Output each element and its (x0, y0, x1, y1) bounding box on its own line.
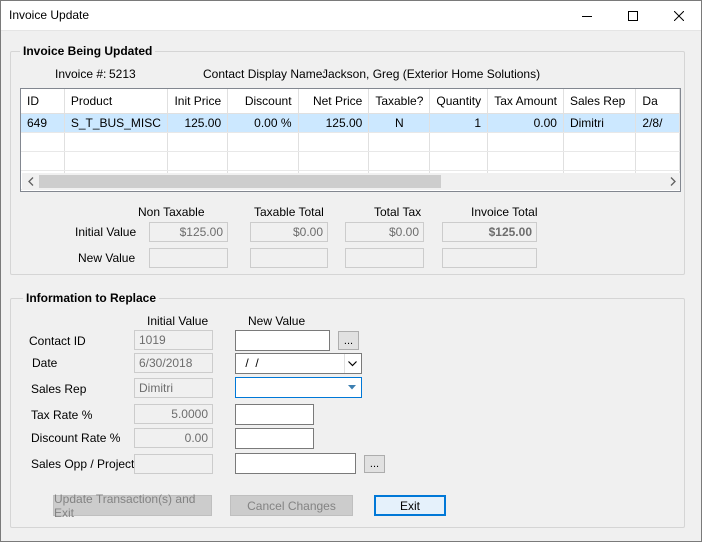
tax-rate-new-input[interactable] (235, 404, 314, 425)
sales-opp-initial-field (134, 454, 213, 474)
column-header-net-price[interactable]: Net Price (298, 89, 370, 114)
contact-display-name-value: Jackson, Greg (Exterior Home Solutions) (322, 67, 541, 81)
tax-rate-label: Tax Rate % (31, 408, 93, 422)
column-header-discount[interactable]: Discount (227, 89, 299, 114)
date-label: Date (32, 356, 58, 370)
initial-invoice-total-field: $125.00 (442, 222, 537, 242)
column-header-id[interactable]: ID (21, 89, 65, 114)
discount-rate-initial-field: 0.00 (134, 428, 213, 448)
minimize-icon (582, 15, 592, 17)
cell-id[interactable]: 649 (21, 113, 65, 133)
cell-date[interactable]: 2/8/ (635, 113, 680, 133)
column-header-init-price[interactable]: Init Price (167, 89, 229, 114)
total-tax-header: Total Tax (374, 205, 422, 219)
table-row-empty (21, 132, 680, 152)
dropdown-arrow-icon[interactable] (344, 378, 360, 397)
invoice-number-value: 5213 (109, 67, 136, 81)
non-taxable-header: Non Taxable (138, 205, 205, 219)
cell-tax-amount[interactable]: 0.00 (487, 113, 564, 133)
column-header-product[interactable]: Product (64, 89, 169, 114)
column-header-date[interactable]: Da (635, 89, 680, 114)
update-and-exit-button[interactable]: Update Transaction(s) and Exit (53, 492, 212, 520)
new-non-taxable-field (149, 248, 228, 268)
initial-total-tax-field: $0.00 (345, 222, 424, 242)
discount-rate-new-input[interactable] (235, 428, 314, 449)
cell-init-price[interactable]: 125.00 (167, 113, 229, 133)
cell-product[interactable]: S_T_BUS_MISC (64, 113, 169, 133)
column-header-quantity[interactable]: Quantity (429, 89, 489, 114)
sales-rep-new-dropdown[interactable] (235, 377, 362, 398)
scrollbar-thumb[interactable] (39, 175, 441, 188)
sales-rep-initial-field: Dimitri (134, 378, 213, 398)
maximize-icon (628, 10, 638, 21)
contact-display-name-label: Contact Display Name: (203, 67, 326, 81)
minimize-button[interactable] (564, 0, 610, 31)
contact-id-label: Contact ID (29, 334, 86, 348)
scroll-right-icon[interactable] (664, 173, 680, 190)
close-icon (674, 10, 684, 21)
contact-id-browse-button[interactable]: ... (338, 331, 359, 350)
new-value-label: New Value (78, 251, 136, 265)
initial-taxable-total-field: $0.00 (250, 222, 328, 242)
sales-opp-browse-button[interactable]: ... (364, 455, 385, 473)
discount-rate-label: Discount Rate % (31, 431, 121, 445)
contact-id-initial-field: 1019 (134, 330, 213, 350)
contact-id-new-input[interactable] (235, 330, 330, 351)
sales-opp-new-input[interactable] (235, 453, 356, 474)
invoice-group-title: Invoice Being Updated (20, 44, 156, 58)
column-header-sales-rep[interactable]: Sales Rep (563, 89, 637, 114)
invoice-lines-grid[interactable]: ID Product Init Price Discount Net Price… (20, 88, 681, 192)
replace-group-title: Information to Replace (23, 291, 160, 305)
title-bar: Invoice Update (0, 0, 702, 31)
initial-value-column-header: Initial Value (147, 314, 209, 328)
maximize-button[interactable] (610, 0, 656, 31)
cell-net-price[interactable]: 125.00 (298, 113, 370, 133)
cancel-changes-button[interactable]: Cancel Changes (230, 495, 353, 516)
table-row[interactable]: 649 S_T_BUS_MISC 125.00 0.00 % 125.00 N … (21, 113, 680, 133)
new-value-column-header: New Value (248, 314, 306, 328)
date-initial-field: 6/30/2018 (134, 353, 213, 373)
grid-header-row: ID Product Init Price Discount Net Price… (21, 89, 680, 114)
initial-non-taxable-field: $125.00 (149, 222, 228, 242)
exit-button[interactable]: Exit (374, 495, 446, 516)
sales-opp-label: Sales Opp / Project (31, 457, 135, 471)
close-button[interactable] (656, 0, 702, 31)
chevron-down-icon[interactable] (344, 354, 360, 373)
scroll-left-icon[interactable] (22, 173, 39, 190)
column-header-tax-amount[interactable]: Tax Amount (487, 89, 564, 114)
invoice-number-label: Invoice #: (55, 67, 107, 81)
table-row-empty (21, 151, 680, 171)
initial-value-label: Initial Value (75, 225, 137, 239)
new-taxable-total-field (250, 248, 328, 268)
invoice-total-header: Invoice Total (471, 205, 538, 219)
column-header-taxable[interactable]: Taxable? (368, 89, 431, 114)
date-new-picker[interactable]: / / (235, 353, 362, 374)
new-invoice-total-field (442, 248, 537, 268)
new-total-tax-field (345, 248, 424, 268)
taxable-total-header: Taxable Total (254, 205, 324, 219)
cell-sales-rep[interactable]: Dimitri (563, 113, 637, 133)
tax-rate-initial-field: 5.0000 (134, 404, 213, 424)
sales-rep-label: Sales Rep (31, 382, 87, 396)
horizontal-scrollbar[interactable] (22, 173, 680, 190)
date-new-value: / / (242, 356, 259, 370)
cell-quantity[interactable]: 1 (429, 113, 489, 133)
cell-taxable[interactable]: N (368, 113, 431, 133)
window-title: Invoice Update (9, 8, 90, 22)
cell-discount[interactable]: 0.00 % (227, 113, 299, 133)
